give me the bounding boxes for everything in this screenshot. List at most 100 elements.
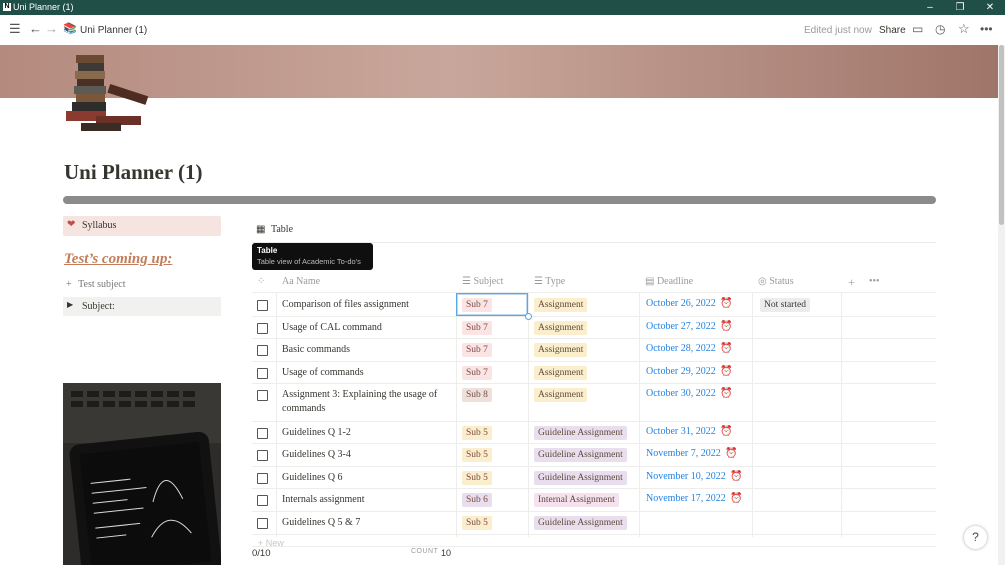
row-type[interactable]: Guideline Assignment	[534, 516, 627, 530]
row-subject[interactable]: Sub 6	[462, 493, 492, 507]
row-checkbox[interactable]	[257, 323, 268, 334]
alarm-icon: ⏰	[720, 343, 733, 354]
row-checkbox[interactable]	[257, 390, 268, 401]
scrollbar-thumb[interactable]	[999, 45, 1004, 225]
row-type[interactable]: Assignment	[534, 321, 588, 335]
row-deadline[interactable]: October 30, 2022 ⏰	[646, 388, 733, 399]
row-deadline[interactable]: October 28, 2022 ⏰	[646, 343, 733, 354]
add-column-icon[interactable]: +	[848, 272, 855, 292]
breadcrumb-page[interactable]: Uni Planner (1)	[80, 25, 147, 36]
comments-icon[interactable]: ▭	[912, 21, 923, 37]
callout-label: Syllabus	[82, 220, 117, 231]
table-row[interactable]: Usage of commands Sub 7 Assignment October …	[252, 361, 936, 384]
row-deadline[interactable]: November 10, 2022 ⏰	[646, 471, 743, 482]
row-checkbox[interactable]	[257, 495, 268, 506]
subject-toggle[interactable]: ▶ Subject:	[63, 297, 221, 316]
type-tag: Guideline Assignment	[534, 426, 627, 440]
restore-button[interactable]: ❐	[945, 0, 975, 15]
table-row[interactable]: Comparison of files assignment Sub 7 Assig…	[252, 293, 936, 317]
row-checkbox[interactable]	[257, 300, 268, 311]
more-options-icon[interactable]: •••	[980, 21, 993, 37]
row-checkbox[interactable]	[257, 450, 268, 461]
page-title[interactable]: Uni Planner (1)	[64, 160, 202, 185]
close-button[interactable]: ✕	[975, 0, 1005, 15]
count-label[interactable]: COUNT	[411, 548, 438, 555]
books-icon	[66, 55, 149, 131]
menu-icon[interactable]: ☰	[9, 21, 21, 37]
row-name[interactable]: Guidelines Q 3-4	[282, 448, 452, 462]
row-subject[interactable]: Sub 5	[462, 516, 492, 530]
column-more-icon[interactable]: •••	[869, 272, 880, 292]
row-type[interactable]: Assignment	[534, 298, 588, 312]
row-deadline[interactable]: October 27, 2022 ⏰	[646, 321, 733, 332]
row-type[interactable]: Assignment	[534, 388, 588, 402]
row-name[interactable]: Guidelines Q 6	[282, 471, 452, 485]
row-type[interactable]: Assignment	[534, 366, 588, 380]
row-checkbox[interactable]	[257, 473, 268, 484]
row-name[interactable]: Internals assignment	[282, 493, 452, 507]
row-type[interactable]: Guideline Assignment	[534, 426, 627, 440]
row-type[interactable]: Guideline Assignment	[534, 448, 627, 462]
share-button[interactable]: Share	[879, 25, 906, 36]
row-checkbox[interactable]	[257, 345, 268, 356]
edited-status: Edited just now	[804, 25, 872, 36]
row-deadline[interactable]: October 29, 2022 ⏰	[646, 366, 733, 377]
row-name[interactable]: Assignment 3: Explaining the usage of com…	[282, 388, 452, 416]
column-header-subject[interactable]: ☰ Subject	[462, 272, 503, 292]
row-type[interactable]: Guideline Assignment	[534, 471, 627, 485]
forward-arrow-icon[interactable]: →	[45, 21, 58, 37]
row-deadline[interactable]: October 31, 2022 ⏰	[646, 426, 733, 437]
row-type[interactable]: Internal Assignment	[534, 493, 619, 507]
row-deadline[interactable]: October 26, 2022 ⏰	[646, 298, 733, 309]
row-subject[interactable]: Sub 5	[462, 471, 492, 485]
table-row[interactable]: Basic commands Sub 7 Assignment October 28,…	[252, 338, 936, 362]
row-name[interactable]: Comparison of files assignment	[282, 298, 452, 312]
tooltip-title: Table	[257, 246, 278, 255]
type-tag: Guideline Assignment	[534, 448, 627, 462]
column-header-status[interactable]: ◎ Status	[758, 272, 794, 292]
minimize-button[interactable]: –	[915, 0, 945, 15]
table-row[interactable]: Usage of CAL command Sub 7 Assignment Octob…	[252, 316, 936, 339]
column-header-deadline[interactable]: ▤ Deadline	[645, 272, 693, 292]
window-titlebar: N Uni Planner (1) – ❐ ✕	[0, 0, 1005, 15]
row-subject[interactable]: Sub 5	[462, 426, 492, 440]
row-name[interactable]: Guidelines Q 5 & 7	[282, 516, 452, 530]
row-deadline[interactable]: November 7, 2022 ⏰	[646, 448, 738, 459]
syllabus-callout[interactable]: ❤ Syllabus	[63, 216, 221, 236]
table-row[interactable]: Guidelines Q 1-2 Sub 5 Guideline Assignmen…	[252, 421, 936, 444]
tab-table[interactable]: ▦ Table	[256, 224, 293, 235]
row-subject[interactable]: Sub 7	[462, 343, 492, 357]
table-row[interactable]: Guidelines Q 5 & 7 Sub 5 Guideline Assignm…	[252, 511, 936, 535]
table-row[interactable]: Internals assignment Sub 6 Internal Assign…	[252, 488, 936, 512]
row-name[interactable]: Usage of commands	[282, 366, 452, 380]
table-row[interactable]: Guidelines Q 6 Sub 5 Guideline Assignment N…	[252, 466, 936, 489]
row-checkbox[interactable]	[257, 368, 268, 379]
row-subject[interactable]: Sub 7	[462, 366, 492, 380]
row-subject[interactable]: Sub 7	[462, 321, 492, 335]
column-header-name[interactable]: Aa Name	[282, 272, 320, 292]
cell-resize-handle[interactable]	[525, 313, 532, 320]
row-subject[interactable]: Sub 8	[462, 388, 492, 402]
favorite-star-icon[interactable]: ☆	[958, 21, 970, 37]
row-name[interactable]: Usage of CAL command	[282, 321, 452, 335]
selected-cell[interactable]	[456, 293, 528, 316]
table-row[interactable]: Assignment 3: Explaining the usage of com…	[252, 383, 936, 422]
help-button[interactable]: ?	[964, 526, 987, 549]
column-header-type[interactable]: ☰ Type	[534, 272, 565, 292]
toggle-triangle-icon[interactable]: ▶	[67, 300, 73, 309]
row-deadline[interactable]: November 17, 2022 ⏰	[646, 493, 743, 504]
add-test-subject-label: Test subject	[78, 279, 126, 290]
row-status[interactable]: Not started	[760, 298, 810, 312]
row-type[interactable]: Assignment	[534, 343, 588, 357]
table-row[interactable]: Guidelines Q 3-4 Sub 5 Guideline Assignmen…	[252, 443, 936, 467]
row-subject[interactable]: Sub 5	[462, 448, 492, 462]
back-arrow-icon[interactable]: ←	[29, 21, 42, 37]
scrollbar[interactable]	[998, 45, 1005, 565]
row-checkbox[interactable]	[257, 428, 268, 439]
notion-logo-icon: N	[3, 3, 11, 11]
history-icon[interactable]: ◷	[935, 21, 945, 37]
row-name[interactable]: Basic commands	[282, 343, 452, 357]
row-checkbox[interactable]	[257, 518, 268, 529]
add-test-subject[interactable]: + Test subject	[66, 279, 125, 290]
row-name[interactable]: Guidelines Q 1-2	[282, 426, 452, 440]
